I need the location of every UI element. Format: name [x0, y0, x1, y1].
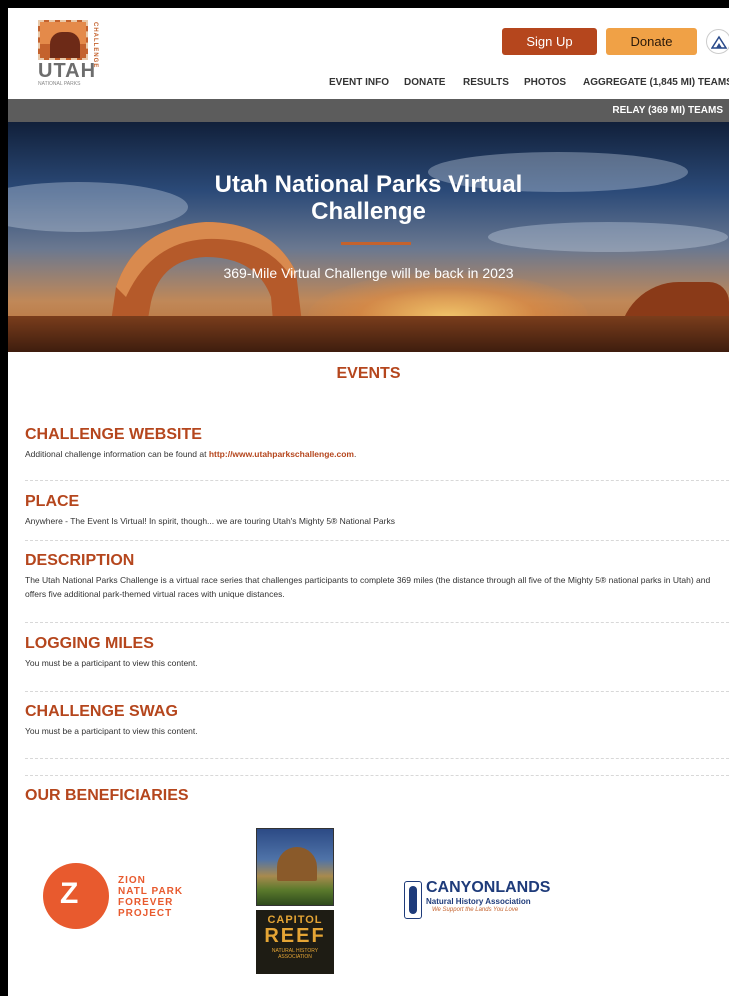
hero-cloud — [488, 222, 728, 252]
section-divider — [25, 758, 729, 759]
site-logo[interactable]: UTAH NATIONAL PARKS CHALLENGE — [38, 20, 102, 87]
hero-subtitle: 369-Mile Virtual Challenge will be back … — [223, 265, 514, 281]
nav-relay-teams[interactable]: RELAY (369 MI) TEAMS — [612, 105, 723, 116]
zion-logo-text: ZION NATL PARK FOREVER PROJECT — [118, 875, 184, 919]
beneficiaries-heading: OUR BENEFICIARIES — [25, 787, 189, 804]
nav-aggregate-teams[interactable]: AGGREGATE (1,845 MI) TEAMS — [583, 77, 729, 88]
section-text: Anywhere - The Event Is Virtual! In spir… — [25, 516, 395, 526]
canyonlands-association-logo[interactable]: CANYONLANDS Natural History Association … — [404, 879, 564, 923]
section-text: You must be a participant to view this c… — [25, 726, 198, 736]
section-heading: CHALLENGE WEBSITE — [25, 426, 202, 443]
section-challenge-swag: CHALLENGE SWAG You must be a participant… — [25, 703, 725, 738]
events-heading: EVENTS — [336, 365, 401, 382]
section-divider — [25, 622, 729, 623]
sign-up-button[interactable]: Sign Up — [502, 28, 597, 55]
section-divider — [25, 540, 729, 541]
section-place: PLACE Anywhere - The Event Is Virtual! I… — [25, 493, 725, 528]
page: UTAH NATIONAL PARKS CHALLENGE Sign Up Do… — [8, 8, 729, 996]
section-divider — [25, 775, 729, 776]
section-challenge-website: CHALLENGE WEBSITE Additional challenge i… — [25, 426, 725, 461]
section-heading: DESCRIPTION — [25, 552, 135, 569]
section-divider — [25, 691, 729, 692]
section-heading: CHALLENGE SWAG — [25, 703, 178, 720]
hero-divider — [341, 242, 411, 245]
canyonlands-subtitle: Natural History Association — [426, 897, 531, 906]
section-heading: PLACE — [25, 493, 80, 510]
section-text: You must be a participant to view this c… — [25, 658, 198, 668]
main-nav: EVENT INFO DONATE RESULTS PHOTOS AGGREGA… — [8, 77, 729, 91]
nav-event-info[interactable]: EVENT INFO — [329, 77, 389, 88]
nav-results[interactable]: RESULTS — [463, 77, 509, 88]
nav-donate[interactable]: DONATE — [404, 77, 445, 88]
section-text: Additional challenge information can be … — [25, 449, 357, 459]
account-avatar-icon[interactable] — [706, 29, 729, 54]
section-logging-miles: LOGGING MILES You must be a participant … — [25, 635, 725, 670]
sub-nav-bar: RELAY (369 MI) TEAMS — [8, 99, 729, 122]
canyonlands-name: CANYONLANDS — [426, 879, 551, 896]
zion-forever-project-logo[interactable]: Z ZION NATL PARK FOREVER PROJECT — [43, 863, 203, 933]
nav-photos[interactable]: PHOTOS — [524, 77, 566, 88]
hero-ground — [8, 316, 729, 352]
capitol-reef-association-logo[interactable]: CAPITOL REEF NATURAL HISTORY ASSOCIATION — [256, 828, 334, 974]
logo-vertical-text: CHALLENGE — [92, 22, 98, 69]
section-divider — [25, 480, 729, 481]
capitol-reef-logo-text: CAPITOL REEF NATURAL HISTORY ASSOCIATION — [256, 910, 334, 974]
section-text: The Utah National Parks Challenge is a v… — [25, 575, 711, 599]
hero-banner: Utah National Parks Virtual Challenge 36… — [8, 122, 729, 352]
zion-z-icon: Z — [43, 863, 109, 929]
canyonlands-tagline: We Support the Lands You Love — [432, 907, 519, 913]
challenge-website-link[interactable]: http://www.utahparkschallenge.com — [209, 449, 354, 459]
donate-button[interactable]: Donate — [606, 28, 697, 55]
capitol-reef-landscape-image — [256, 828, 334, 906]
section-heading: LOGGING MILES — [25, 635, 154, 652]
section-description: DESCRIPTION The Utah National Parks Chal… — [25, 552, 725, 601]
hero-title: Utah National Parks Virtual Challenge — [214, 171, 523, 225]
logo-stamp-image — [38, 20, 88, 60]
canyonlands-figure-icon — [404, 881, 422, 919]
